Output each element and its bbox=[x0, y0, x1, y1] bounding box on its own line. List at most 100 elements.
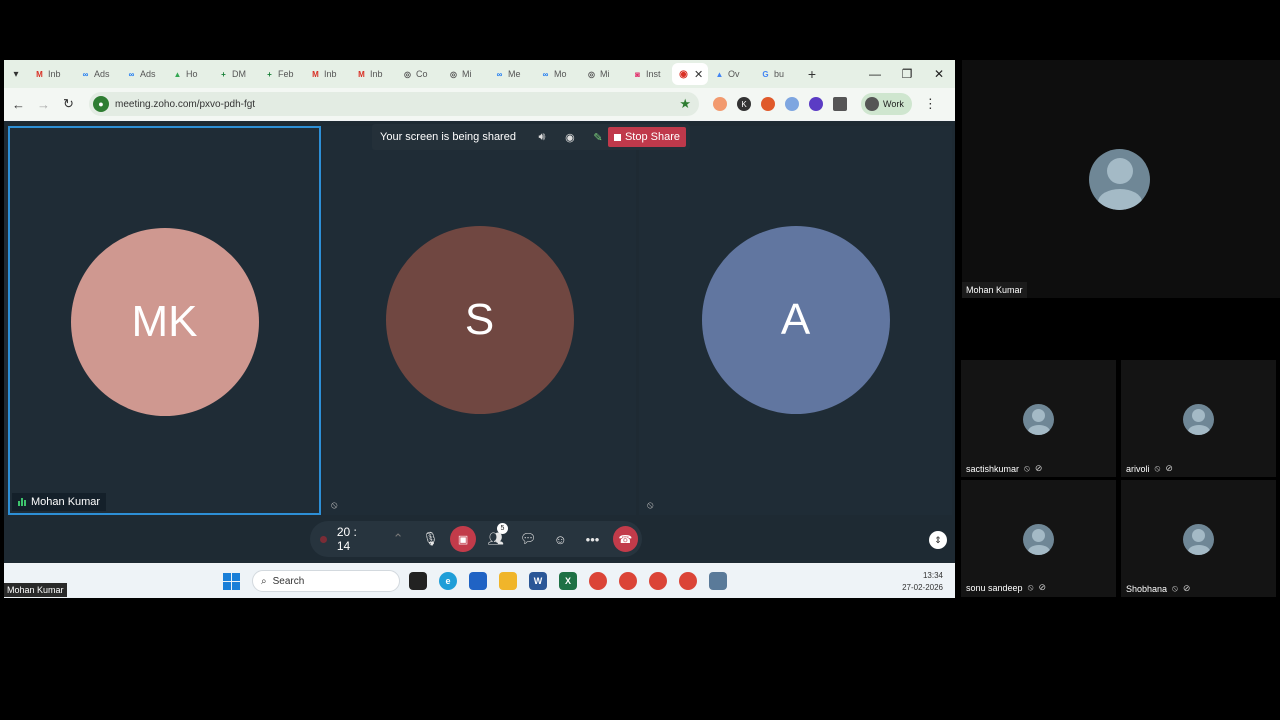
record-icon: ◉ bbox=[679, 68, 688, 80]
camera-off-icon: ⊘ bbox=[1038, 582, 1046, 592]
browser-tab[interactable]: M Inb bbox=[304, 63, 350, 85]
back-button[interactable]: ← bbox=[6, 97, 31, 112]
chat-button[interactable]: 💬︎ bbox=[512, 531, 544, 547]
participants-button[interactable]: 👥︎ 5 bbox=[480, 523, 512, 547]
extension-wave-icon[interactable] bbox=[785, 97, 799, 111]
gmail-icon: M bbox=[312, 69, 319, 79]
gallery-tile-arivoli[interactable]: arivoli ⦸ ⊘ bbox=[1121, 360, 1276, 477]
mic-icon[interactable]: ● bbox=[93, 96, 109, 112]
video-call-stage: ▾ M Inb ∞ Ads ∞ Ads ▲ Ho + DM + Feb M Inb M Inb ◎ Co ◎ Mi ∞ M… bbox=[0, 0, 1280, 720]
mic-off-icon: ⦸ bbox=[1172, 583, 1178, 593]
task-view-icon[interactable] bbox=[409, 572, 427, 590]
browser-tab[interactable]: + Feb bbox=[258, 63, 304, 85]
browser-tab[interactable]: M Inb bbox=[350, 63, 396, 85]
chevron-up-icon[interactable]: ⌃ bbox=[382, 531, 414, 547]
participant-name-tag: Mohan Kumar bbox=[12, 493, 107, 511]
browser-tab[interactable]: ∞ Me bbox=[488, 63, 534, 85]
reload-button[interactable]: ↻ bbox=[56, 96, 81, 112]
expand-icon[interactable]: ⇕ bbox=[929, 531, 947, 549]
edge-icon[interactable]: e bbox=[439, 572, 457, 590]
speaker-icon[interactable]: 🔊︎ bbox=[532, 131, 552, 144]
reactions-button[interactable]: ☺ bbox=[544, 532, 576, 547]
extension-k-icon[interactable]: K bbox=[737, 97, 751, 111]
file-explorer-icon[interactable] bbox=[499, 572, 517, 590]
browser-tab[interactable]: ▲ Ho bbox=[166, 63, 212, 85]
tab-label: Mi bbox=[462, 69, 472, 79]
browser-tab[interactable]: + DM bbox=[212, 63, 258, 85]
forward-button[interactable]: → bbox=[31, 97, 56, 112]
extension-chrome-icon[interactable] bbox=[761, 97, 775, 111]
taskbar-search[interactable]: ⌕ Search bbox=[252, 570, 400, 592]
stop-share-button[interactable]: Stop Share bbox=[607, 127, 686, 147]
tab-close-icon[interactable]: ✕ bbox=[694, 68, 703, 81]
profile-button[interactable]: Work bbox=[861, 93, 912, 115]
video-off-button[interactable]: ▣ bbox=[450, 526, 476, 552]
avatar bbox=[865, 97, 879, 111]
chrome-icon[interactable] bbox=[679, 572, 697, 590]
gallery-main-tile[interactable] bbox=[962, 60, 1280, 298]
participant-tile-2[interactable]: S ⦸ bbox=[323, 126, 636, 515]
browser-tab[interactable]: ∞ Ads bbox=[120, 63, 166, 85]
close-button[interactable]: ✕ bbox=[923, 67, 955, 81]
system-clock[interactable]: 13:34 27-02-2026 bbox=[902, 570, 943, 594]
user-avatar-icon bbox=[1023, 524, 1054, 555]
gallery-tile-sactishkumar[interactable]: sactishkumar ⦸ ⊘ bbox=[961, 360, 1116, 477]
store-icon[interactable] bbox=[469, 572, 487, 590]
new-tab-button[interactable]: + bbox=[800, 66, 824, 82]
meeting-controls: 20 : 14 ⌃ 🎙︎ ▣ 👥︎ 5 💬︎ ☺ ••• ☎ bbox=[310, 521, 642, 557]
browser-tab[interactable]: ▲ Ov bbox=[708, 63, 754, 85]
participant-name: sonu sandeep bbox=[966, 582, 1023, 593]
sheets-icon: + bbox=[267, 69, 272, 79]
avatar: A bbox=[701, 226, 890, 414]
profile-label: Work bbox=[883, 99, 904, 109]
browser-tab[interactable]: Gbu bbox=[754, 63, 800, 85]
tab-label: bu bbox=[774, 69, 785, 79]
browser-tab[interactable]: ◎ Mi bbox=[442, 63, 488, 85]
chrome-icon[interactable] bbox=[589, 572, 607, 590]
pencil-icon[interactable]: ✎ bbox=[588, 131, 608, 144]
share-status-text: Your screen is being shared bbox=[380, 131, 516, 143]
browser-menu-icon[interactable]: ⋮ bbox=[924, 96, 937, 112]
browser-tab[interactable]: ∞ Ads bbox=[74, 63, 120, 85]
tab-label: Inb bbox=[48, 69, 61, 79]
restore-button[interactable]: ❐ bbox=[891, 67, 923, 81]
gallery-name-tag: arivoli ⦸ ⊘ bbox=[1126, 463, 1173, 474]
participant-tile-3[interactable]: A ⦸ bbox=[639, 126, 952, 515]
more-options-button[interactable]: ••• bbox=[576, 532, 608, 547]
tab-search-icon[interactable]: ▾ bbox=[4, 60, 28, 88]
tab-label: Mi bbox=[600, 69, 610, 79]
mic-off-icon: ⦸ bbox=[647, 500, 654, 511]
avatar: S bbox=[385, 226, 574, 414]
tab-label: Me bbox=[508, 69, 521, 79]
minimize-button[interactable]: — bbox=[859, 67, 891, 81]
meta-icon: ∞ bbox=[128, 69, 135, 79]
browser-tab[interactable]: M Inb bbox=[28, 63, 74, 85]
participant-tile-1[interactable]: MK Mohan Kumar bbox=[8, 126, 321, 515]
end-call-button[interactable]: ☎ bbox=[612, 526, 638, 552]
extension-ai-icon[interactable] bbox=[809, 97, 823, 111]
chrome-icon[interactable] bbox=[649, 572, 667, 590]
address-bar[interactable]: ● meeting.zoho.com/pxvo-pdh-fgt ★ bbox=[89, 92, 699, 116]
calculator-icon[interactable] bbox=[709, 572, 727, 590]
windows-start-icon[interactable] bbox=[223, 573, 240, 590]
browser-tab[interactable]: ∞ Mo bbox=[534, 63, 580, 85]
excel-icon[interactable]: X bbox=[559, 572, 577, 590]
extension-icon[interactable] bbox=[713, 97, 727, 111]
gallery-tile-sonu-sandeep[interactable]: sonu sandeep ⦸ ⊘ bbox=[961, 480, 1116, 597]
gallery-tile-shobhana[interactable]: Shobhana ⦸ ⊘ bbox=[1121, 480, 1276, 597]
browser-tab[interactable]: ◎ Mi bbox=[580, 63, 626, 85]
camera-off-icon: ⊘ bbox=[1182, 583, 1191, 593]
browser-tab[interactable]: ◎ Co bbox=[396, 63, 442, 85]
browser-tab[interactable]: ◙ Inst bbox=[626, 63, 672, 85]
gallery-name-tag: sonu sandeep ⦸ ⊘ bbox=[966, 582, 1046, 593]
puzzle-icon[interactable] bbox=[833, 97, 847, 111]
tab-active[interactable]: ◉ ✕ bbox=[672, 63, 708, 85]
word-icon[interactable]: W bbox=[529, 572, 547, 590]
chrome-icon[interactable] bbox=[619, 572, 637, 590]
hide-icon[interactable]: ◉ bbox=[560, 131, 580, 144]
microphone-button[interactable]: 🎙︎ bbox=[414, 531, 446, 547]
bookmark-star-icon[interactable]: ★ bbox=[679, 96, 691, 112]
tab-label: Inb bbox=[324, 69, 337, 79]
user-avatar-icon bbox=[1183, 404, 1214, 435]
browser-toolbar: ← → ↻ ● meeting.zoho.com/pxvo-pdh-fgt ★ … bbox=[4, 88, 955, 120]
